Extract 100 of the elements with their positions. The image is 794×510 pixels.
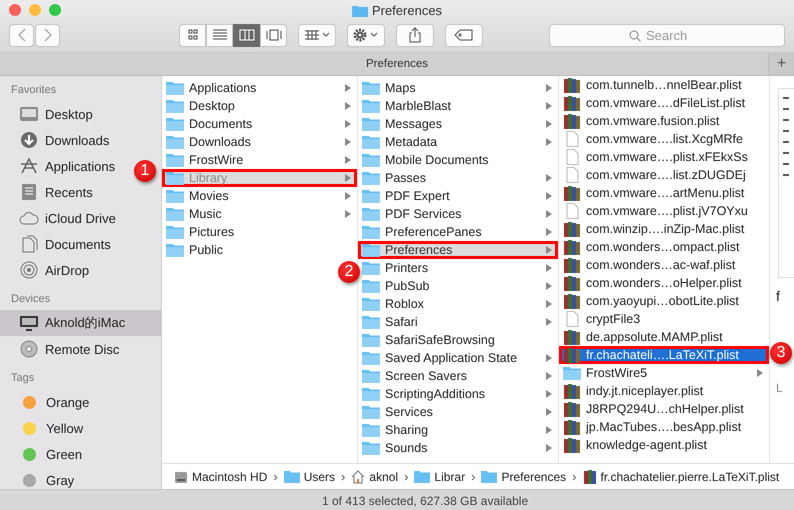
list-view-button[interactable]: [206, 24, 233, 46]
file-item[interactable]: PDF Expert: [358, 187, 558, 205]
sidebar-item[interactable]: Remote Disc: [0, 336, 124, 362]
tag-button[interactable]: [445, 24, 483, 46]
file-item[interactable]: ScriptingAdditions: [358, 385, 558, 403]
sidebar-item[interactable]: Downloads: [0, 127, 114, 153]
chevron-left-icon: [18, 28, 26, 42]
folder-icon: [414, 470, 430, 483]
sidebar-item[interactable]: Aknold的iMac: [0, 310, 161, 336]
file-item[interactable]: Documents: [162, 115, 357, 133]
books-icon: [582, 470, 596, 484]
path-item[interactable]: fr.chachatelier.pierre.LaTeXiT.plist: [582, 470, 780, 484]
disc-icon: [19, 340, 39, 358]
tab-title[interactable]: Preferences: [366, 58, 428, 70]
file-item[interactable]: Services: [358, 403, 558, 421]
file-item[interactable]: Screen Savers: [358, 367, 558, 385]
sidebar-heading: Devices: [10, 293, 52, 307]
monitor-icon: [19, 314, 39, 332]
file-item[interactable]: Metadata: [358, 133, 558, 151]
file-item[interactable]: cryptFile3: [559, 310, 769, 328]
sidebar-item[interactable]: Gray: [0, 467, 78, 489]
file-item[interactable]: Mobile Documents: [358, 151, 558, 169]
file-item[interactable]: FrostWire5: [559, 364, 769, 382]
sidebar-item[interactable]: Orange: [0, 389, 94, 415]
file-item[interactable]: com.vmware….list.XcgMRfe: [559, 130, 769, 148]
arrange-button[interactable]: [298, 24, 336, 46]
path-separator: ›: [572, 469, 576, 484]
file-item[interactable]: PDF Services: [358, 205, 558, 223]
path-item[interactable]: Users: [284, 470, 336, 484]
close-button[interactable]: [9, 4, 21, 16]
path-item[interactable]: Macintosh HD: [174, 470, 268, 484]
column-view-button[interactable]: [233, 24, 260, 46]
file-item[interactable]: Saved Application State: [358, 349, 558, 367]
file-item[interactable]: Printers: [358, 259, 558, 277]
file-item[interactable]: com.vmware.fusion.plist: [559, 112, 769, 130]
file-item[interactable]: com.tunnelb…nnelBear.plist: [559, 76, 769, 94]
list-icon: [210, 29, 228, 41]
file-item[interactable]: com.vmware….dFileList.plist: [559, 94, 769, 112]
file-item[interactable]: Movies: [162, 187, 357, 205]
new-tab-button[interactable]: +: [768, 53, 794, 75]
file-item[interactable]: jp.MacTubes….besApp.plist: [559, 418, 769, 436]
columns-icon: [238, 29, 256, 41]
file-item[interactable]: PubSub: [358, 277, 558, 295]
search-icon: [629, 30, 641, 42]
file-item[interactable]: Messages: [358, 115, 558, 133]
sidebar-item[interactable]: Recents: [0, 179, 97, 205]
file-item[interactable]: MarbleBlast: [358, 97, 558, 115]
file-item[interactable]: de.appsolute.MAMP.plist: [559, 328, 769, 346]
file-item[interactable]: Sounds: [358, 439, 558, 457]
file-item[interactable]: Roblox: [358, 295, 558, 313]
airdrop-icon: [19, 261, 39, 279]
file-item[interactable]: com.vmware….list.zDUGDEj: [559, 166, 769, 184]
action-gear-button[interactable]: [347, 24, 385, 46]
file-item[interactable]: Passes: [358, 169, 558, 187]
file-item[interactable]: com.vmware….plist.jV7OYxu: [559, 202, 769, 220]
sidebar-item[interactable]: Yellow: [0, 415, 88, 441]
recents-icon: [19, 183, 39, 201]
file-item[interactable]: Sharing: [358, 421, 558, 439]
file-item[interactable]: Applications: [162, 79, 357, 97]
icon-view-button[interactable]: [179, 24, 206, 46]
file-item[interactable]: com.wonders…ompact.plist: [559, 238, 769, 256]
file-item[interactable]: Public: [162, 241, 357, 259]
sidebar-item[interactable]: Green: [0, 441, 86, 467]
tag-icon: [454, 29, 474, 41]
file-item[interactable]: com.wonders…ac-waf.plist: [559, 256, 769, 274]
file-item[interactable]: com.wonders…oHelper.plist: [559, 274, 769, 292]
file-item[interactable]: J8RPQ294U…chHelper.plist: [559, 400, 769, 418]
sidebar-item[interactable]: Desktop: [0, 101, 97, 127]
file-item[interactable]: SafariSafeBrowsing: [358, 331, 558, 349]
path-item[interactable]: aknol: [351, 470, 398, 484]
file-item[interactable]: Safari: [358, 313, 558, 331]
file-item[interactable]: Pictures: [162, 223, 357, 241]
file-item[interactable]: Preferences: [358, 241, 558, 259]
sidebar-item[interactable]: Documents: [0, 231, 115, 257]
file-item[interactable]: fr.chachateli….LaTeXiT.plist: [559, 346, 769, 364]
share-button[interactable]: [396, 24, 434, 46]
sidebar-item[interactable]: AirDrop: [0, 257, 94, 283]
file-item[interactable]: PreferencePanes: [358, 223, 558, 241]
file-item[interactable]: indy.jt.niceplayer.plist: [559, 382, 769, 400]
step-number-badge: 3: [770, 342, 792, 364]
search-field[interactable]: Search: [549, 24, 785, 46]
file-item[interactable]: Maps: [358, 79, 558, 97]
file-item[interactable]: com.winzip….inZip-Mac.plist: [559, 220, 769, 238]
file-item[interactable]: Music: [162, 205, 357, 223]
path-item[interactable]: Preferences: [481, 470, 566, 484]
gallery-view-button[interactable]: [260, 24, 287, 46]
desktop-icon: [19, 105, 39, 123]
sidebar-heading: Tags: [10, 372, 36, 386]
file-item[interactable]: knowledge-agent.plist: [559, 436, 769, 454]
sidebar-item[interactable]: Applications: [0, 153, 120, 179]
sidebar-item[interactable]: iCloud Drive: [0, 205, 120, 231]
file-item[interactable]: Downloads: [162, 133, 357, 151]
settings-icon: [353, 28, 379, 42]
path-item[interactable]: Librar: [414, 470, 466, 484]
file-item[interactable]: Desktop: [162, 97, 357, 115]
file-item[interactable]: com.yaoyupi…obotLite.plist: [559, 292, 769, 310]
file-item[interactable]: com.vmware….artMenu.plist: [559, 184, 769, 202]
file-item[interactable]: FrostWire: [162, 151, 357, 169]
file-item[interactable]: com.vmware….plist.xFEkxSs: [559, 148, 769, 166]
folder-icon: [284, 470, 300, 483]
